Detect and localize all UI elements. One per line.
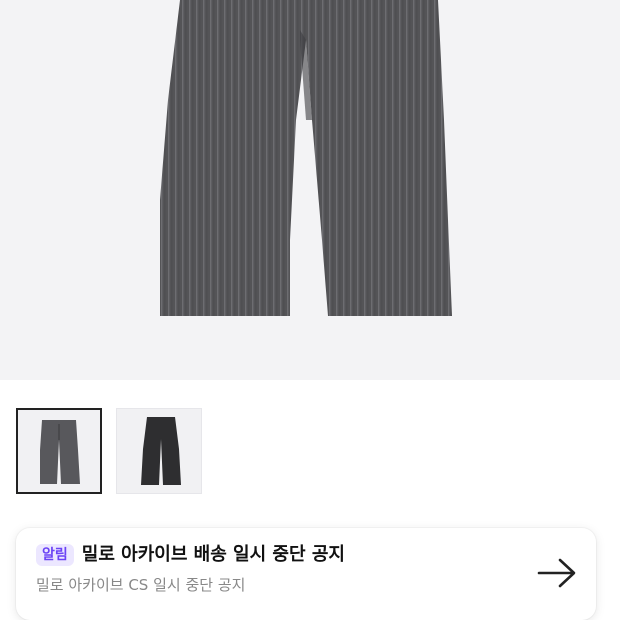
notice-title: 밀로 아카이브 배송 일시 중단 공지: [81, 544, 345, 565]
notice-badge: 알림: [36, 544, 74, 566]
pants-thumb-gray: [40, 420, 80, 484]
arrow-right-icon[interactable]: [536, 556, 578, 590]
notice-card[interactable]: 알림 밀로 아카이브 배송 일시 중단 공지 밀로 아카이브 CS 일시 중단 …: [16, 528, 596, 620]
product-main-image[interactable]: [0, 0, 620, 380]
thumbnail-2[interactable]: [116, 408, 202, 494]
thumbnail-strip: [16, 408, 202, 494]
pants-thumb-charcoal: [141, 417, 181, 485]
notice-subtitle: 밀로 아카이브 CS 일시 중단 공지: [36, 576, 246, 594]
pants-illustration: [160, 0, 452, 316]
thumbnail-1[interactable]: [16, 408, 102, 494]
